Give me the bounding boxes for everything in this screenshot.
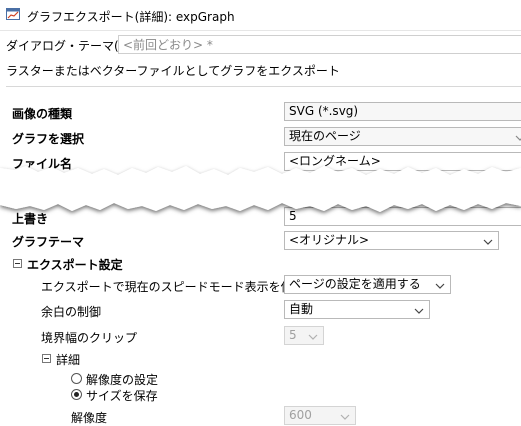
chevron-down-icon (414, 304, 424, 314)
graph-theme-value: <オリジナル> (289, 233, 370, 247)
image-type-value: SVG (*.svg) (289, 104, 359, 118)
details-heading: 詳細 (56, 353, 81, 367)
clip-value: 5 (289, 328, 297, 342)
resolution-label: 解像度 (71, 411, 108, 425)
chevron-down-icon (308, 330, 318, 340)
clip-combo[interactable]: 5 (284, 326, 324, 345)
collapse-toggle-export[interactable] (13, 259, 22, 268)
margin-label: 余白の制御 (41, 305, 102, 319)
speed-mode-label: エクスポートで現在のスピードモード表示を使う (41, 280, 305, 294)
dialog-description: ラスターまたはベクターファイルとしてグラフをエクスポート (6, 64, 340, 78)
speed-mode-combo[interactable]: ページの設定を適用する (284, 275, 451, 294)
dialog-theme-label: ダイアログ・テーマ(H) (6, 39, 133, 53)
graph-theme-combo[interactable]: <オリジナル> (284, 231, 499, 250)
collapse-toggle-details[interactable] (42, 354, 51, 363)
title-bar: グラフエクスポート(詳細): expGraph (0, 0, 521, 31)
window-title: グラフエクスポート(詳細): expGraph (27, 10, 235, 24)
radio-keep-size[interactable] (71, 389, 82, 400)
select-graph-value: 現在のページ (289, 129, 361, 143)
resolution-value: 600 (289, 408, 312, 422)
clip-label: 境界幅のクリップ (41, 331, 138, 345)
graph-window-icon (6, 8, 20, 20)
chevron-down-icon (483, 235, 493, 245)
chevron-down-icon (435, 279, 445, 289)
resolution-combo[interactable]: 600 (284, 406, 356, 425)
select-graph-combo[interactable]: 現在のページ (284, 127, 521, 146)
chevron-down-icon (515, 131, 521, 141)
image-type-label: 画像の種類 (12, 107, 73, 121)
export-settings-heading: エクスポート設定 (27, 258, 123, 272)
divider (6, 86, 521, 87)
torn-edge (0, 148, 521, 226)
radio-resolution-label[interactable]: 解像度の設定 (86, 371, 158, 388)
chevron-down-icon (340, 410, 350, 420)
radio-resolution[interactable] (71, 373, 82, 384)
margin-combo[interactable]: 自動 (284, 300, 430, 319)
image-type-combo[interactable]: SVG (*.svg) (284, 102, 521, 121)
radio-keep-size-label[interactable]: サイズを保存 (86, 387, 158, 404)
speed-mode-value: ページの設定を適用する (289, 277, 421, 291)
select-graph-label: グラフを選択 (12, 132, 85, 146)
dialog-theme-combo[interactable]: <前回どおり> * (118, 35, 521, 54)
margin-value: 自動 (289, 302, 314, 316)
graph-theme-label: グラフテーマ (12, 235, 85, 249)
